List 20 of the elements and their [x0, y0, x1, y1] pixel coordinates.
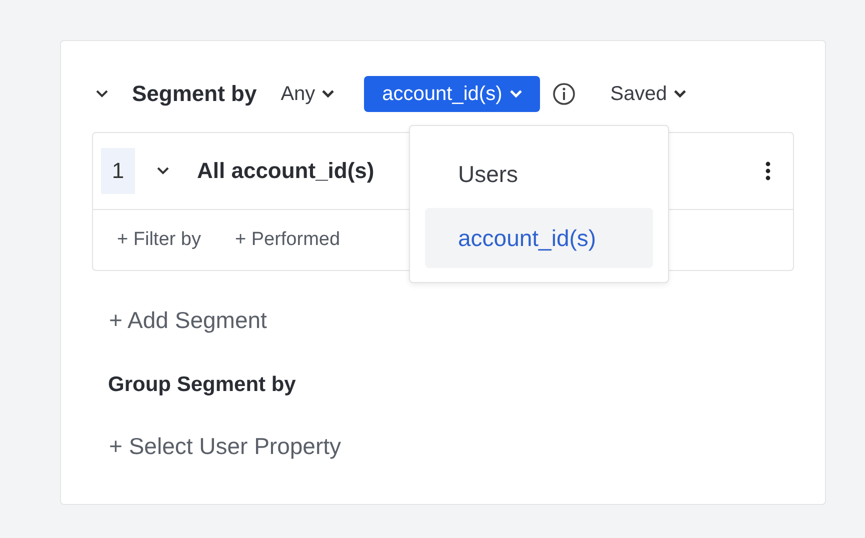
segment-title: All account_id(s): [197, 158, 374, 184]
select-property-link[interactable]: + Select User Property: [109, 433, 342, 460]
section-title: Segment by: [132, 81, 257, 107]
menu-item[interactable]: Users: [425, 144, 653, 204]
add-segment-link[interactable]: + Add Segment: [109, 307, 267, 334]
menu-item[interactable]: account_id(s): [425, 208, 653, 268]
group-title: Group Segment by: [108, 373, 297, 397]
info-icon[interactable]: [552, 82, 576, 106]
entity-dropdown[interactable]: account_id(s): [364, 76, 540, 112]
chevron-down-icon: [674, 90, 686, 98]
segment-number: 1: [101, 148, 135, 194]
segment-action[interactable]: + Filter by: [117, 229, 201, 251]
segment-action[interactable]: + Performed: [234, 229, 340, 251]
chevron-down-icon: [510, 90, 522, 98]
match-dropdown[interactable]: Any: [280, 82, 334, 106]
more-icon[interactable]: [765, 161, 771, 181]
saved-dropdown[interactable]: Saved: [610, 82, 686, 106]
chevron-down-icon: [157, 167, 169, 175]
chevron-down-icon: [322, 90, 334, 98]
chevron-down-icon: [96, 90, 108, 98]
